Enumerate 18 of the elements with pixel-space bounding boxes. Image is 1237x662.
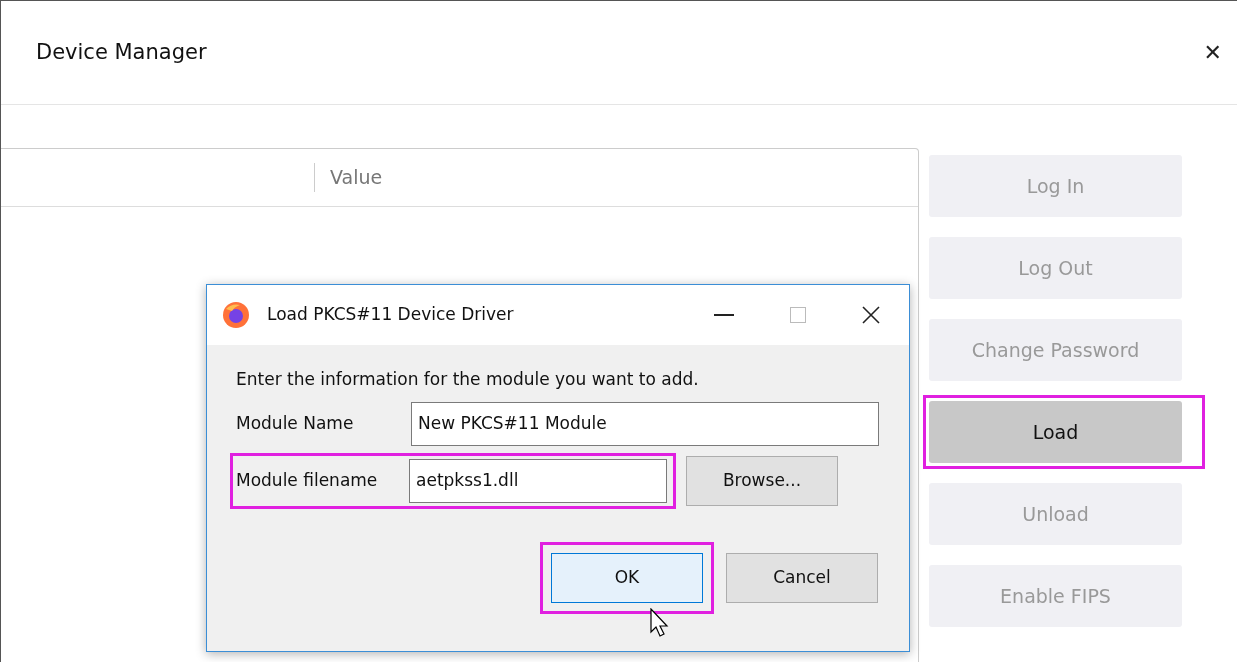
text-field[interactable]: New PKCS#11 Module — [411, 401, 879, 446]
mouse-pointer-icon — [650, 608, 670, 638]
browse-button[interactable]: Browse... — [686, 455, 838, 506]
field-label: Module Name — [236, 411, 355, 435]
window-title: Device Manager — [36, 38, 207, 66]
browser-logo-icon — [222, 301, 250, 329]
close-icon[interactable] — [862, 306, 880, 324]
maximize-icon[interactable] — [790, 307, 806, 323]
close-button[interactable]: ✕ — [1203, 36, 1222, 69]
dialog-title: Load PKCS#11 Device Driver — [267, 303, 514, 327]
field-label: Module filename — [236, 468, 379, 492]
text-field[interactable]: aetpkss1.dll — [409, 458, 667, 503]
dialog-button[interactable]: OK — [551, 552, 703, 603]
dialog-button[interactable]: Cancel — [726, 552, 878, 603]
instruction-text: Enter the information for the module you want to add. — [236, 368, 700, 391]
minimize-icon[interactable] — [714, 314, 734, 316]
column-header[interactable]: Value — [314, 163, 383, 192]
action-button[interactable]: Load — [929, 401, 1182, 463]
